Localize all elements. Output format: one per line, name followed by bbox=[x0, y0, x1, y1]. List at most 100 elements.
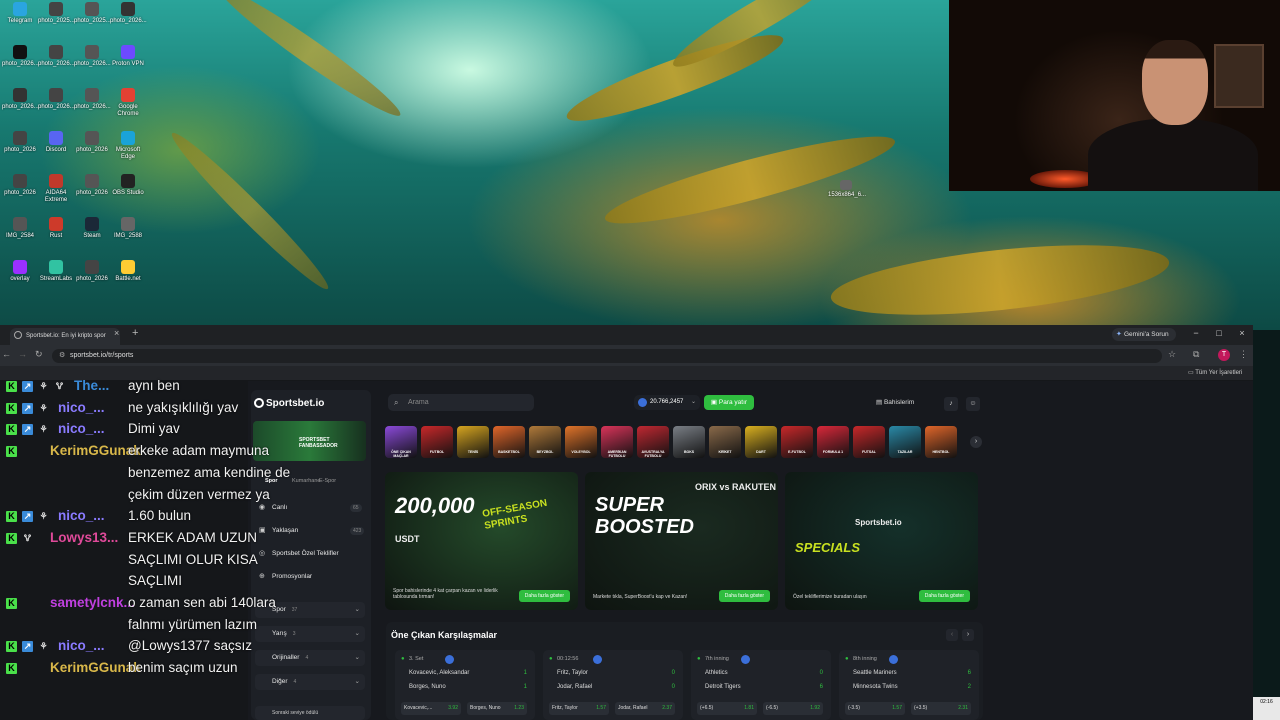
close-window-icon[interactable]: × bbox=[1233, 328, 1251, 338]
sidebar-item[interactable]: Yaklaşan bbox=[272, 527, 298, 534]
deposit-button[interactable]: ▣ Para yatır bbox=[704, 395, 754, 410]
desktop-icon[interactable]: OBS Studio bbox=[110, 174, 146, 197]
promo-card[interactable]: SUPER BOOSTED ORIX vs RAKUTEN Markete tıkl… bbox=[585, 472, 778, 610]
desktop-icon[interactable]: photo_2026... bbox=[2, 45, 39, 68]
level-progress[interactable]: Sonraki seviye ödülü bbox=[255, 706, 365, 720]
chat-username[interactable]: sametylcnk... bbox=[50, 595, 135, 610]
chevron-right-icon[interactable]: › bbox=[970, 436, 982, 448]
sport-tile[interactable]: TENİS bbox=[457, 426, 489, 458]
desktop-file-icon[interactable]: 1536x864_6... bbox=[828, 180, 866, 199]
chat-username[interactable]: nico_... bbox=[58, 421, 105, 436]
desktop-icon[interactable]: photo_2026 bbox=[74, 174, 110, 197]
chat-username[interactable]: nico_... bbox=[58, 638, 105, 653]
chat-username[interactable]: nico_... bbox=[58, 508, 105, 523]
desktop-icon[interactable]: Microsoft Edge bbox=[110, 131, 146, 161]
match-card[interactable]: ● 3. Set Kovacevic, Aleksandar Borges, Nuno… bbox=[395, 650, 535, 720]
odds-button[interactable]: (+3.5) 2.31 bbox=[911, 702, 971, 715]
browser-tab[interactable]: Sportsbet.io: En iyi kripto spor bbox=[10, 328, 120, 345]
desktop-icon[interactable]: IMG_2588 bbox=[110, 217, 146, 240]
sidebar-tab-1[interactable]: Kumarhane bbox=[292, 478, 320, 484]
desktop-icon[interactable]: photo_2026... bbox=[110, 2, 147, 25]
desktop-icon[interactable]: photo_2026... bbox=[2, 88, 39, 111]
minimize-icon[interactable]: − bbox=[1187, 328, 1205, 338]
sport-tile[interactable]: AMERİKAN FUTBOLU bbox=[601, 426, 633, 458]
desktop-icon[interactable]: overlay bbox=[2, 260, 38, 283]
forward-icon[interactable]: → bbox=[18, 349, 27, 359]
desktop-icon[interactable]: photo_2026 bbox=[74, 260, 110, 283]
desktop-icon[interactable]: photo_2026... bbox=[74, 88, 111, 111]
sport-tile[interactable]: BEYZBOL bbox=[529, 426, 561, 458]
next-arrow-icon[interactable]: › bbox=[962, 629, 974, 641]
address-bar[interactable]: sportsbet.io/tr/sports bbox=[52, 349, 1162, 363]
desktop-icon[interactable]: Rust bbox=[38, 217, 74, 240]
sport-tile[interactable]: BOKS bbox=[673, 426, 705, 458]
sport-tile[interactable]: KRİKET bbox=[709, 426, 741, 458]
user-account-icon[interactable]: ☺ bbox=[966, 397, 980, 411]
reload-icon[interactable]: ↻ bbox=[35, 349, 43, 360]
desktop-icon[interactable]: photo_2026 bbox=[2, 174, 38, 197]
sport-tile[interactable]: HENTBOL bbox=[925, 426, 957, 458]
sport-tile[interactable]: E-FUTBOL bbox=[781, 426, 813, 458]
profile-avatar[interactable]: T bbox=[1218, 349, 1230, 361]
my-bets-button[interactable]: ▤ Bahislerim bbox=[876, 395, 936, 410]
match-card[interactable]: ● 7th inning Athletics Detroit Tigers 0 6 (+6.… bbox=[691, 650, 831, 720]
fanbassador-banner[interactable]: SPORTSBET FANBASSADOR bbox=[253, 421, 366, 461]
desktop-icon[interactable]: photo_2026... bbox=[38, 45, 75, 68]
odds-button[interactable]: (-3.5) 1.57 bbox=[845, 702, 905, 715]
desktop-icon[interactable]: AIDA64 Extreme bbox=[38, 174, 74, 204]
desktop-icon[interactable]: Discord bbox=[38, 131, 74, 154]
balance-selector[interactable]: 20.766,2457 ⌄ bbox=[634, 395, 700, 410]
desktop-icon[interactable]: photo_2025... bbox=[74, 2, 111, 25]
sport-tile[interactable]: FUTBOL bbox=[421, 426, 453, 458]
desktop-icon[interactable]: IMG_2584 bbox=[2, 217, 38, 240]
odds-button[interactable]: Jodar, Rafael 2.37 bbox=[615, 702, 675, 715]
extensions-icon[interactable]: ⧉ bbox=[1193, 349, 1199, 360]
desktop-icon[interactable]: Battle.net bbox=[110, 260, 146, 283]
odds-button[interactable]: (+6.5) 1.81 bbox=[697, 702, 757, 715]
desktop-icon[interactable]: Telegram bbox=[2, 2, 38, 25]
sidebar-category[interactable]: Orijinaller 4 ⌄ bbox=[255, 650, 365, 666]
sport-tile[interactable]: BASKETBOL bbox=[493, 426, 525, 458]
more-button[interactable]: Daha fazla göster bbox=[718, 590, 770, 602]
desktop-icon[interactable]: Google Chrome bbox=[110, 88, 146, 118]
sport-tile[interactable]: FORMULA 1 bbox=[817, 426, 849, 458]
chat-username[interactable]: nico_... bbox=[58, 400, 105, 415]
sport-tile[interactable]: TAZILAR bbox=[889, 426, 921, 458]
odds-button[interactable]: Borges, Nuno 1.23 bbox=[467, 702, 527, 715]
prev-arrow-icon[interactable]: ‹ bbox=[946, 629, 958, 641]
tab-close-icon[interactable]: × bbox=[114, 328, 119, 338]
desktop-icon[interactable]: photo_2026 bbox=[2, 131, 38, 154]
sport-tile[interactable]: ÖNE ÇIKAN MAÇLAR bbox=[385, 426, 417, 458]
promo-card[interactable]: SPECIALS Sportsbet.io Özel tekliflerimize … bbox=[785, 472, 978, 610]
desktop-icon[interactable]: StreamLabs bbox=[38, 260, 74, 283]
sport-tile[interactable]: AVUSTRALYA FUTBOLU bbox=[637, 426, 669, 458]
taskbar-clock[interactable]: 02:16 bbox=[1253, 697, 1280, 720]
sidebar-item[interactable]: Sportsbet Özel Teklifler bbox=[272, 550, 339, 557]
sportsbet-logo[interactable]: Sportsbet.io bbox=[266, 398, 324, 409]
more-button[interactable]: Daha fazla göster bbox=[518, 590, 570, 602]
chat-username[interactable]: The... bbox=[74, 378, 109, 393]
odds-button[interactable]: (-6.5) 1.92 bbox=[763, 702, 823, 715]
sidebar-category[interactable]: Diğer 4 ⌄ bbox=[255, 674, 365, 690]
site-info-icon[interactable]: ⚙ bbox=[59, 351, 65, 359]
sport-tile[interactable]: VOLEYBOL bbox=[565, 426, 597, 458]
maximize-icon[interactable]: □ bbox=[1210, 328, 1228, 338]
odds-button[interactable]: Fritz, Taylor 1.57 bbox=[549, 702, 609, 715]
sport-tile[interactable]: FUTSAL bbox=[853, 426, 885, 458]
odds-button[interactable]: Kovacevic,... 3.92 bbox=[401, 702, 461, 715]
match-card[interactable]: ● 00:12:56 Fritz, Taylor Jodar, Rafael 0 0 Fri… bbox=[543, 650, 683, 720]
bookmark-star-icon[interactable]: ☆ bbox=[1168, 349, 1176, 360]
search-input[interactable]: ⌕ Arama bbox=[388, 394, 534, 411]
chat-username[interactable]: Lowys13... bbox=[50, 530, 118, 545]
desktop-icon[interactable]: photo_2026 bbox=[74, 131, 110, 154]
notification-bell-icon[interactable]: ♪ bbox=[944, 397, 958, 411]
sport-tile[interactable]: DART bbox=[745, 426, 777, 458]
all-bookmarks[interactable]: ▭ Tüm Yer İşaretleri bbox=[1188, 369, 1242, 376]
more-button[interactable]: Daha fazla göster bbox=[918, 590, 970, 602]
match-card[interactable]: ● 8th inning Seattle Mariners Minnesota Twi… bbox=[839, 650, 979, 720]
desktop-icon[interactable]: Steam bbox=[74, 217, 110, 240]
gemini-button[interactable]: ✦ Gemini'a Sorun bbox=[1112, 328, 1176, 341]
desktop-icon[interactable]: photo_2026... bbox=[74, 45, 111, 68]
desktop-icon[interactable]: photo_2026... bbox=[38, 88, 75, 111]
sidebar-item[interactable]: Canlı bbox=[272, 504, 287, 511]
